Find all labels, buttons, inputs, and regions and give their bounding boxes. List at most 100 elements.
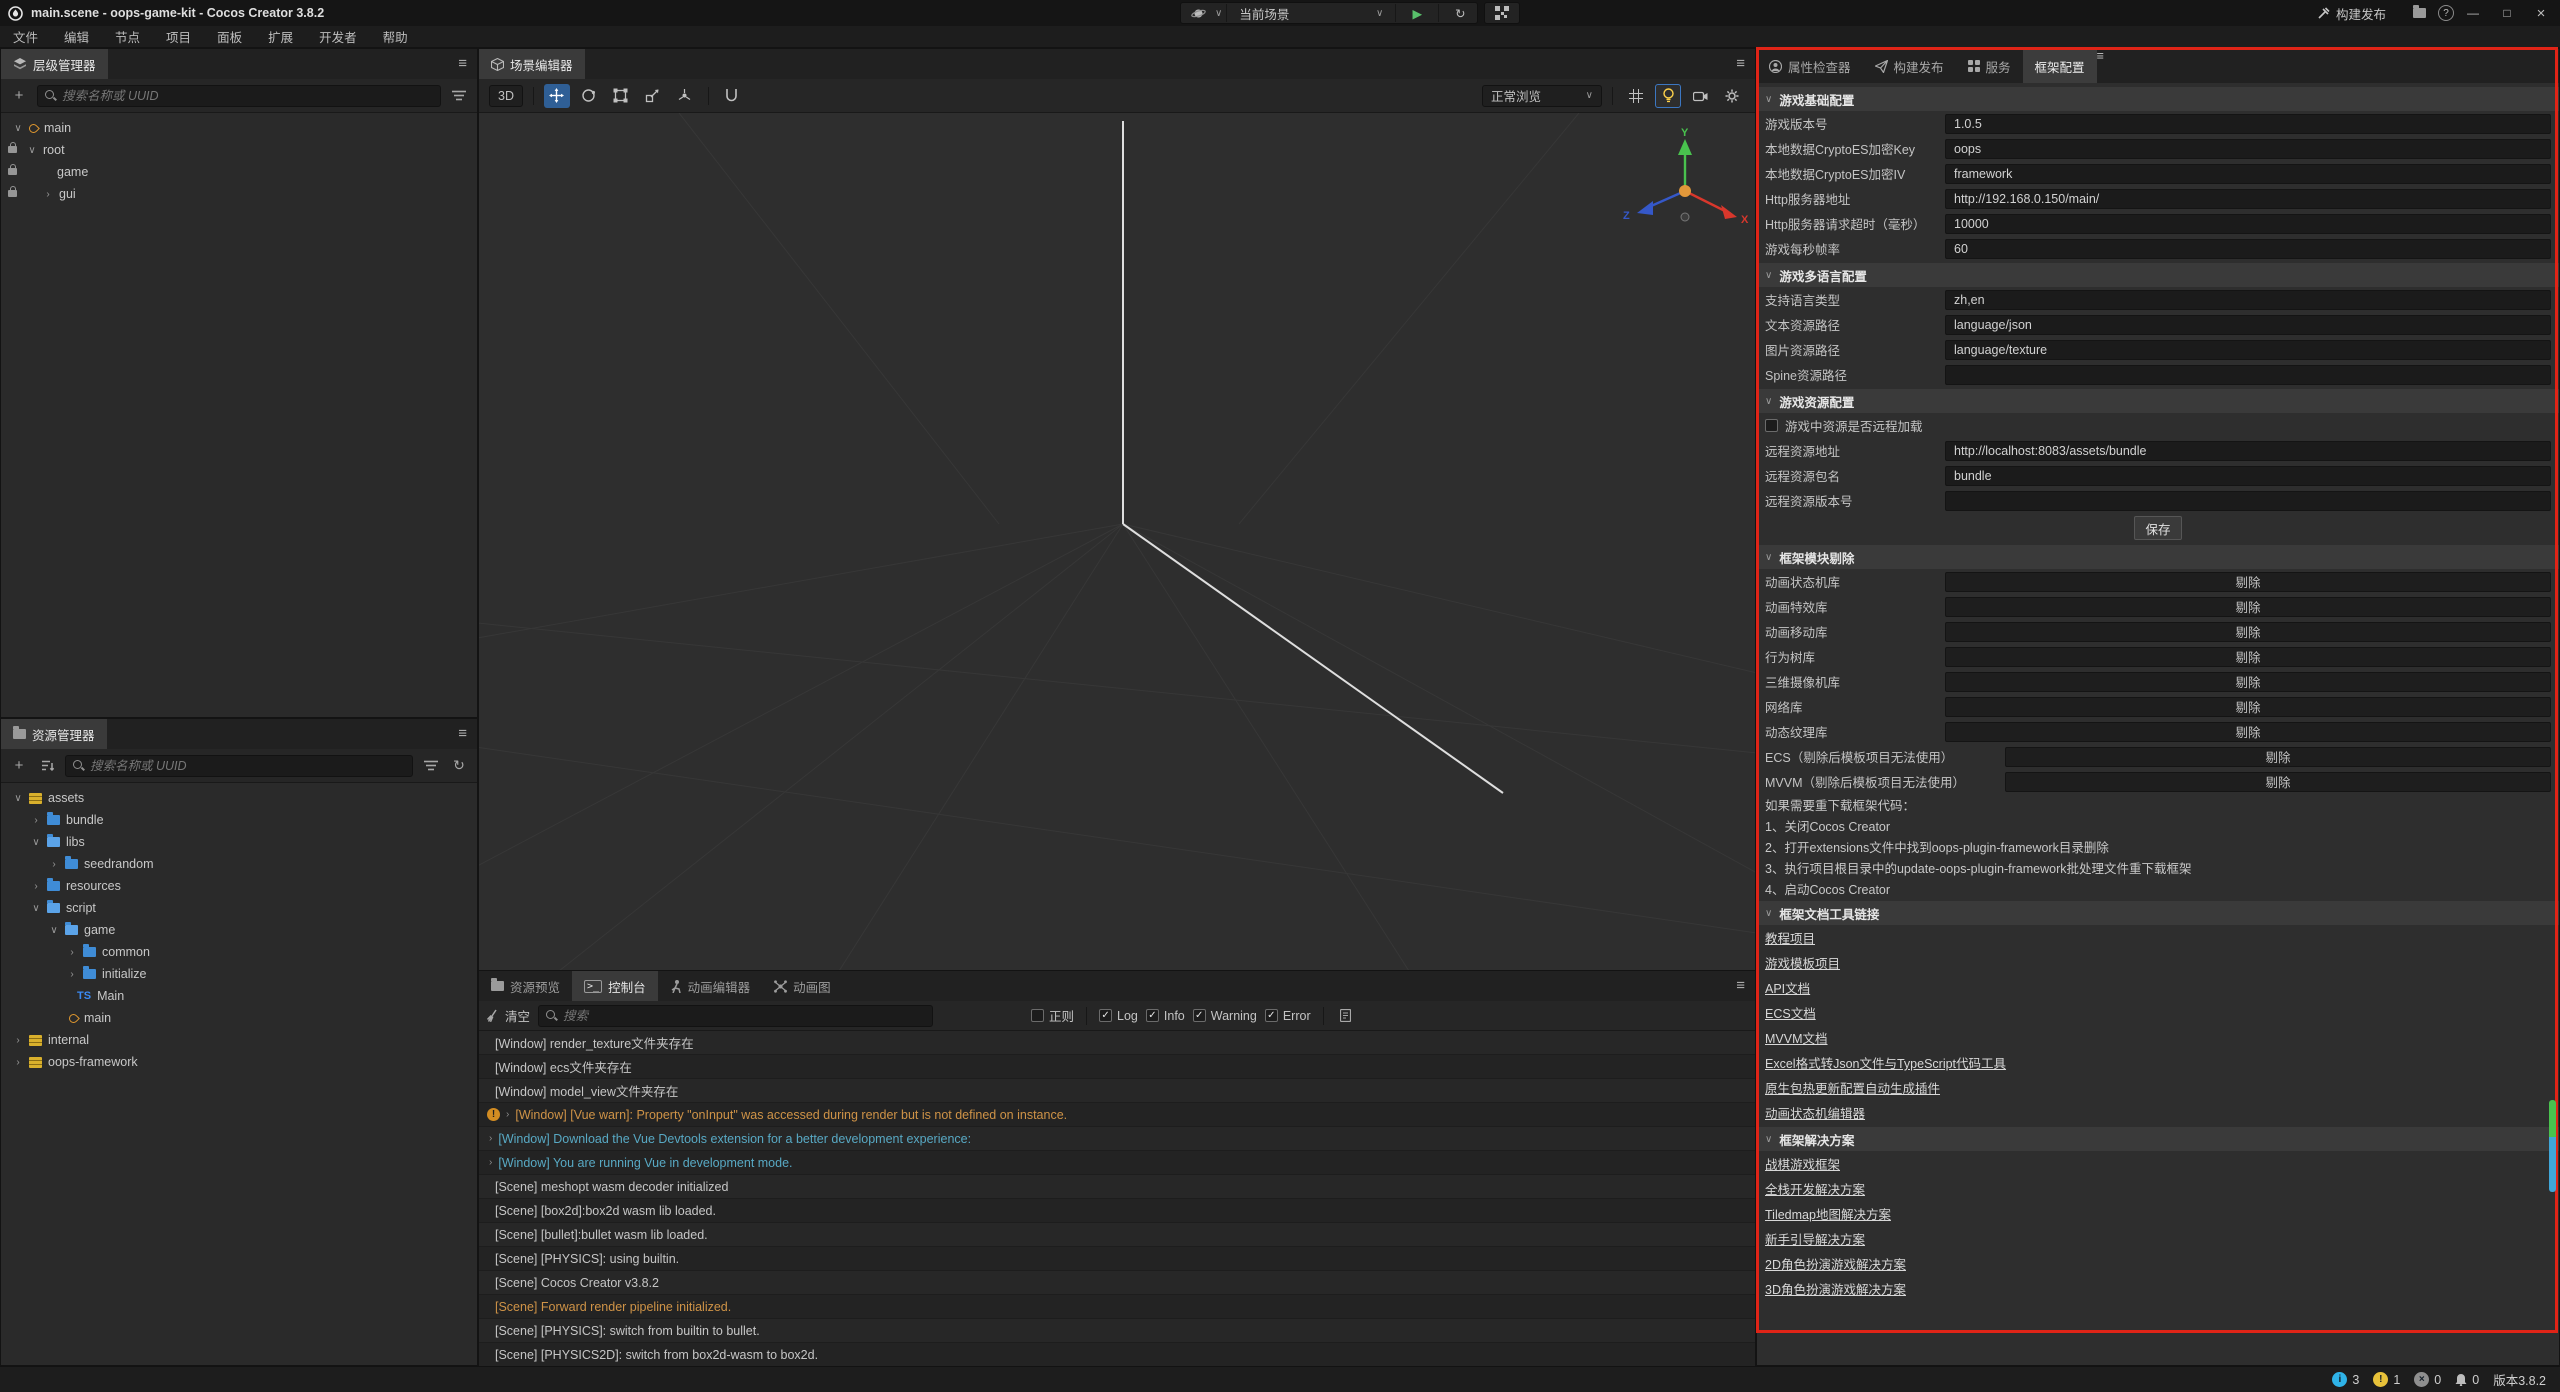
minimize-button[interactable]: — <box>2458 1 2488 25</box>
step-refresh-button[interactable]: ↻ <box>1443 2 1477 24</box>
tab-assets[interactable]: 资源管理器 <box>1 719 107 749</box>
chevron-right-icon[interactable]: › <box>31 815 41 826</box>
inspector-menu-icon[interactable]: ≡ <box>2097 49 2104 83</box>
spine-res-path-input[interactable] <box>1945 365 2551 385</box>
maximize-button[interactable]: □ <box>2492 1 2522 25</box>
http-server-input[interactable] <box>1945 189 2551 209</box>
inspector-scrollbar[interactable] <box>2549 1100 2556 1192</box>
preview-device-chevron-icon[interactable]: ∨ <box>1215 8 1222 19</box>
menu-node[interactable]: 节点 <box>102 26 153 48</box>
asset-node-libs[interactable]: ∨ libs <box>1 831 477 853</box>
remove-module-button[interactable]: 剔除 <box>1945 697 2551 717</box>
solution-link[interactable]: 3D角色扮演游戏解决方案 <box>1757 1276 2559 1301</box>
console-message[interactable]: [Scene] Cocos Creator v3.8.2 <box>479 1271 1755 1295</box>
lighting-toggle-button[interactable] <box>1655 84 1681 108</box>
menu-project[interactable]: 项目 <box>153 26 204 48</box>
expand-chevron-icon[interactable]: › <box>506 1109 509 1120</box>
create-node-button[interactable]: + <box>9 86 29 106</box>
asset-node-seedrandom[interactable]: › seedrandom <box>1 853 477 875</box>
doc-link[interactable]: MVVM文档 <box>1757 1025 2559 1050</box>
solution-link[interactable]: Tiledmap地图解决方案 <box>1757 1201 2559 1226</box>
sort-assets-icon[interactable] <box>37 756 57 776</box>
remove-module-button[interactable]: 剔除 <box>1945 597 2551 617</box>
filter-warning-checkbox[interactable]: ✓ Warning <box>1193 1009 1257 1023</box>
chevron-right-icon[interactable]: › <box>13 1057 23 1068</box>
crypto-key-input[interactable] <box>1945 139 2551 159</box>
crypto-iv-input[interactable] <box>1945 164 2551 184</box>
doc-link[interactable]: Excel格式转Json文件与TypeScript代码工具 <box>1757 1050 2559 1075</box>
expand-chevron-icon[interactable]: › <box>489 1133 492 1144</box>
asset-node-main-scene[interactable]: main <box>1 1007 477 1029</box>
checkbox-unchecked[interactable] <box>1031 1009 1044 1022</box>
hierarchy-search-input[interactable] <box>62 89 434 103</box>
section-modules[interactable]: ∨ 框架模块剔除 <box>1757 545 2559 569</box>
fps-input[interactable] <box>1945 239 2551 259</box>
status-error-count[interactable]: × 0 <box>2414 1372 2441 1387</box>
lock-icon[interactable] <box>8 190 17 197</box>
tab-asset-preview[interactable]: 资源预览 <box>479 971 572 1001</box>
scene-select[interactable]: 当前场景 ∨ <box>1231 4 1391 23</box>
solution-link[interactable]: 新手引导解决方案 <box>1757 1226 2559 1251</box>
clear-console-button[interactable]: 清空 <box>487 1006 530 1025</box>
orientation-gizmo[interactable]: Y X Z <box>1607 127 1755 257</box>
scene-gear-icon[interactable] <box>1719 84 1745 108</box>
log-file-icon[interactable] <box>1336 1006 1356 1026</box>
console-message-warning[interactable]: [Scene] Forward render pipeline initiali… <box>479 1295 1755 1319</box>
asset-node-resources[interactable]: › resources <box>1 875 477 897</box>
section-game-basic[interactable]: ∨ 游戏基础配置 <box>1757 87 2559 111</box>
assets-search[interactable] <box>65 755 413 777</box>
console-message[interactable]: [Scene] [PHYSICS]: using builtin. <box>479 1247 1755 1271</box>
hierarchy-node-main[interactable]: ∨ main <box>1 117 477 139</box>
tab-console[interactable]: >_ 控制台 <box>572 971 658 1001</box>
doc-link[interactable]: API文档 <box>1757 975 2559 1000</box>
chevron-right-icon[interactable]: › <box>67 969 77 980</box>
status-info-count[interactable]: i 3 <box>2332 1372 2359 1387</box>
hierarchy-node-gui[interactable]: › gui <box>1 183 477 205</box>
remove-module-button[interactable]: 剔除 <box>2005 772 2551 792</box>
text-res-path-input[interactable] <box>1945 315 2551 335</box>
section-resources[interactable]: ∨ 游戏资源配置 <box>1757 389 2559 413</box>
assets-filter-icon[interactable] <box>421 756 441 776</box>
remove-module-button[interactable]: 剔除 <box>1945 672 2551 692</box>
tab-animation-graph[interactable]: 动画图 <box>762 971 843 1001</box>
assets-search-input[interactable] <box>90 759 406 773</box>
remove-module-button[interactable]: 剔除 <box>1945 572 2551 592</box>
remove-module-button[interactable]: 剔除 <box>1945 722 2551 742</box>
console-search-input[interactable] <box>563 1009 926 1023</box>
chevron-down-icon[interactable]: ∨ <box>27 145 37 156</box>
view-mode-select[interactable]: 正常浏览 ∨ <box>1482 85 1602 107</box>
chevron-right-icon[interactable]: › <box>13 1035 23 1046</box>
remote-url-input[interactable] <box>1945 441 2551 461</box>
asset-node-bundle[interactable]: › bundle <box>1 809 477 831</box>
asset-node-assets[interactable]: ∨ assets <box>1 787 477 809</box>
hierarchy-search[interactable] <box>37 85 441 107</box>
projection-3d-toggle[interactable]: 3D <box>489 85 523 107</box>
scale-tool-button[interactable] <box>640 84 666 108</box>
asset-node-main-ts[interactable]: TS Main <box>1 985 477 1007</box>
chevron-down-icon[interactable]: ∨ <box>31 837 41 848</box>
menu-file[interactable]: 文件 <box>0 26 51 48</box>
tab-services[interactable]: 服务 <box>1956 49 2023 83</box>
menu-help[interactable]: 帮助 <box>370 26 421 48</box>
hierarchy-menu-icon[interactable]: ≡ <box>458 55 467 72</box>
console-message-link[interactable]: › [Window] Download the Vue Devtools ext… <box>479 1127 1755 1151</box>
help-icon[interactable]: ? <box>2438 5 2454 21</box>
create-asset-button[interactable]: + <box>9 756 29 776</box>
camera-settings-button[interactable] <box>1687 84 1713 108</box>
lock-icon[interactable] <box>8 146 17 153</box>
console-search[interactable] <box>538 1005 933 1027</box>
remove-module-button[interactable]: 剔除 <box>1945 622 2551 642</box>
tab-build-publish[interactable]: 构建发布 <box>1863 49 1956 83</box>
tab-scene-editor[interactable]: 场景编辑器 <box>479 49 585 79</box>
transform-space-toggle[interactable] <box>672 84 698 108</box>
move-tool-button[interactable] <box>544 84 570 108</box>
play-button[interactable]: ▶ <box>1400 2 1434 24</box>
open-project-folder-icon[interactable] <box>2404 1 2434 25</box>
asset-node-game[interactable]: ∨ game <box>1 919 477 941</box>
chevron-down-icon[interactable]: ∨ <box>13 793 23 804</box>
chevron-right-icon[interactable]: › <box>31 881 41 892</box>
asset-node-oops-framework[interactable]: › oops-framework <box>1 1051 477 1073</box>
menu-edit[interactable]: 编辑 <box>51 26 102 48</box>
solution-link[interactable]: 2D角色扮演游戏解决方案 <box>1757 1251 2559 1276</box>
solution-link[interactable]: 战棋游戏框架 <box>1757 1151 2559 1176</box>
